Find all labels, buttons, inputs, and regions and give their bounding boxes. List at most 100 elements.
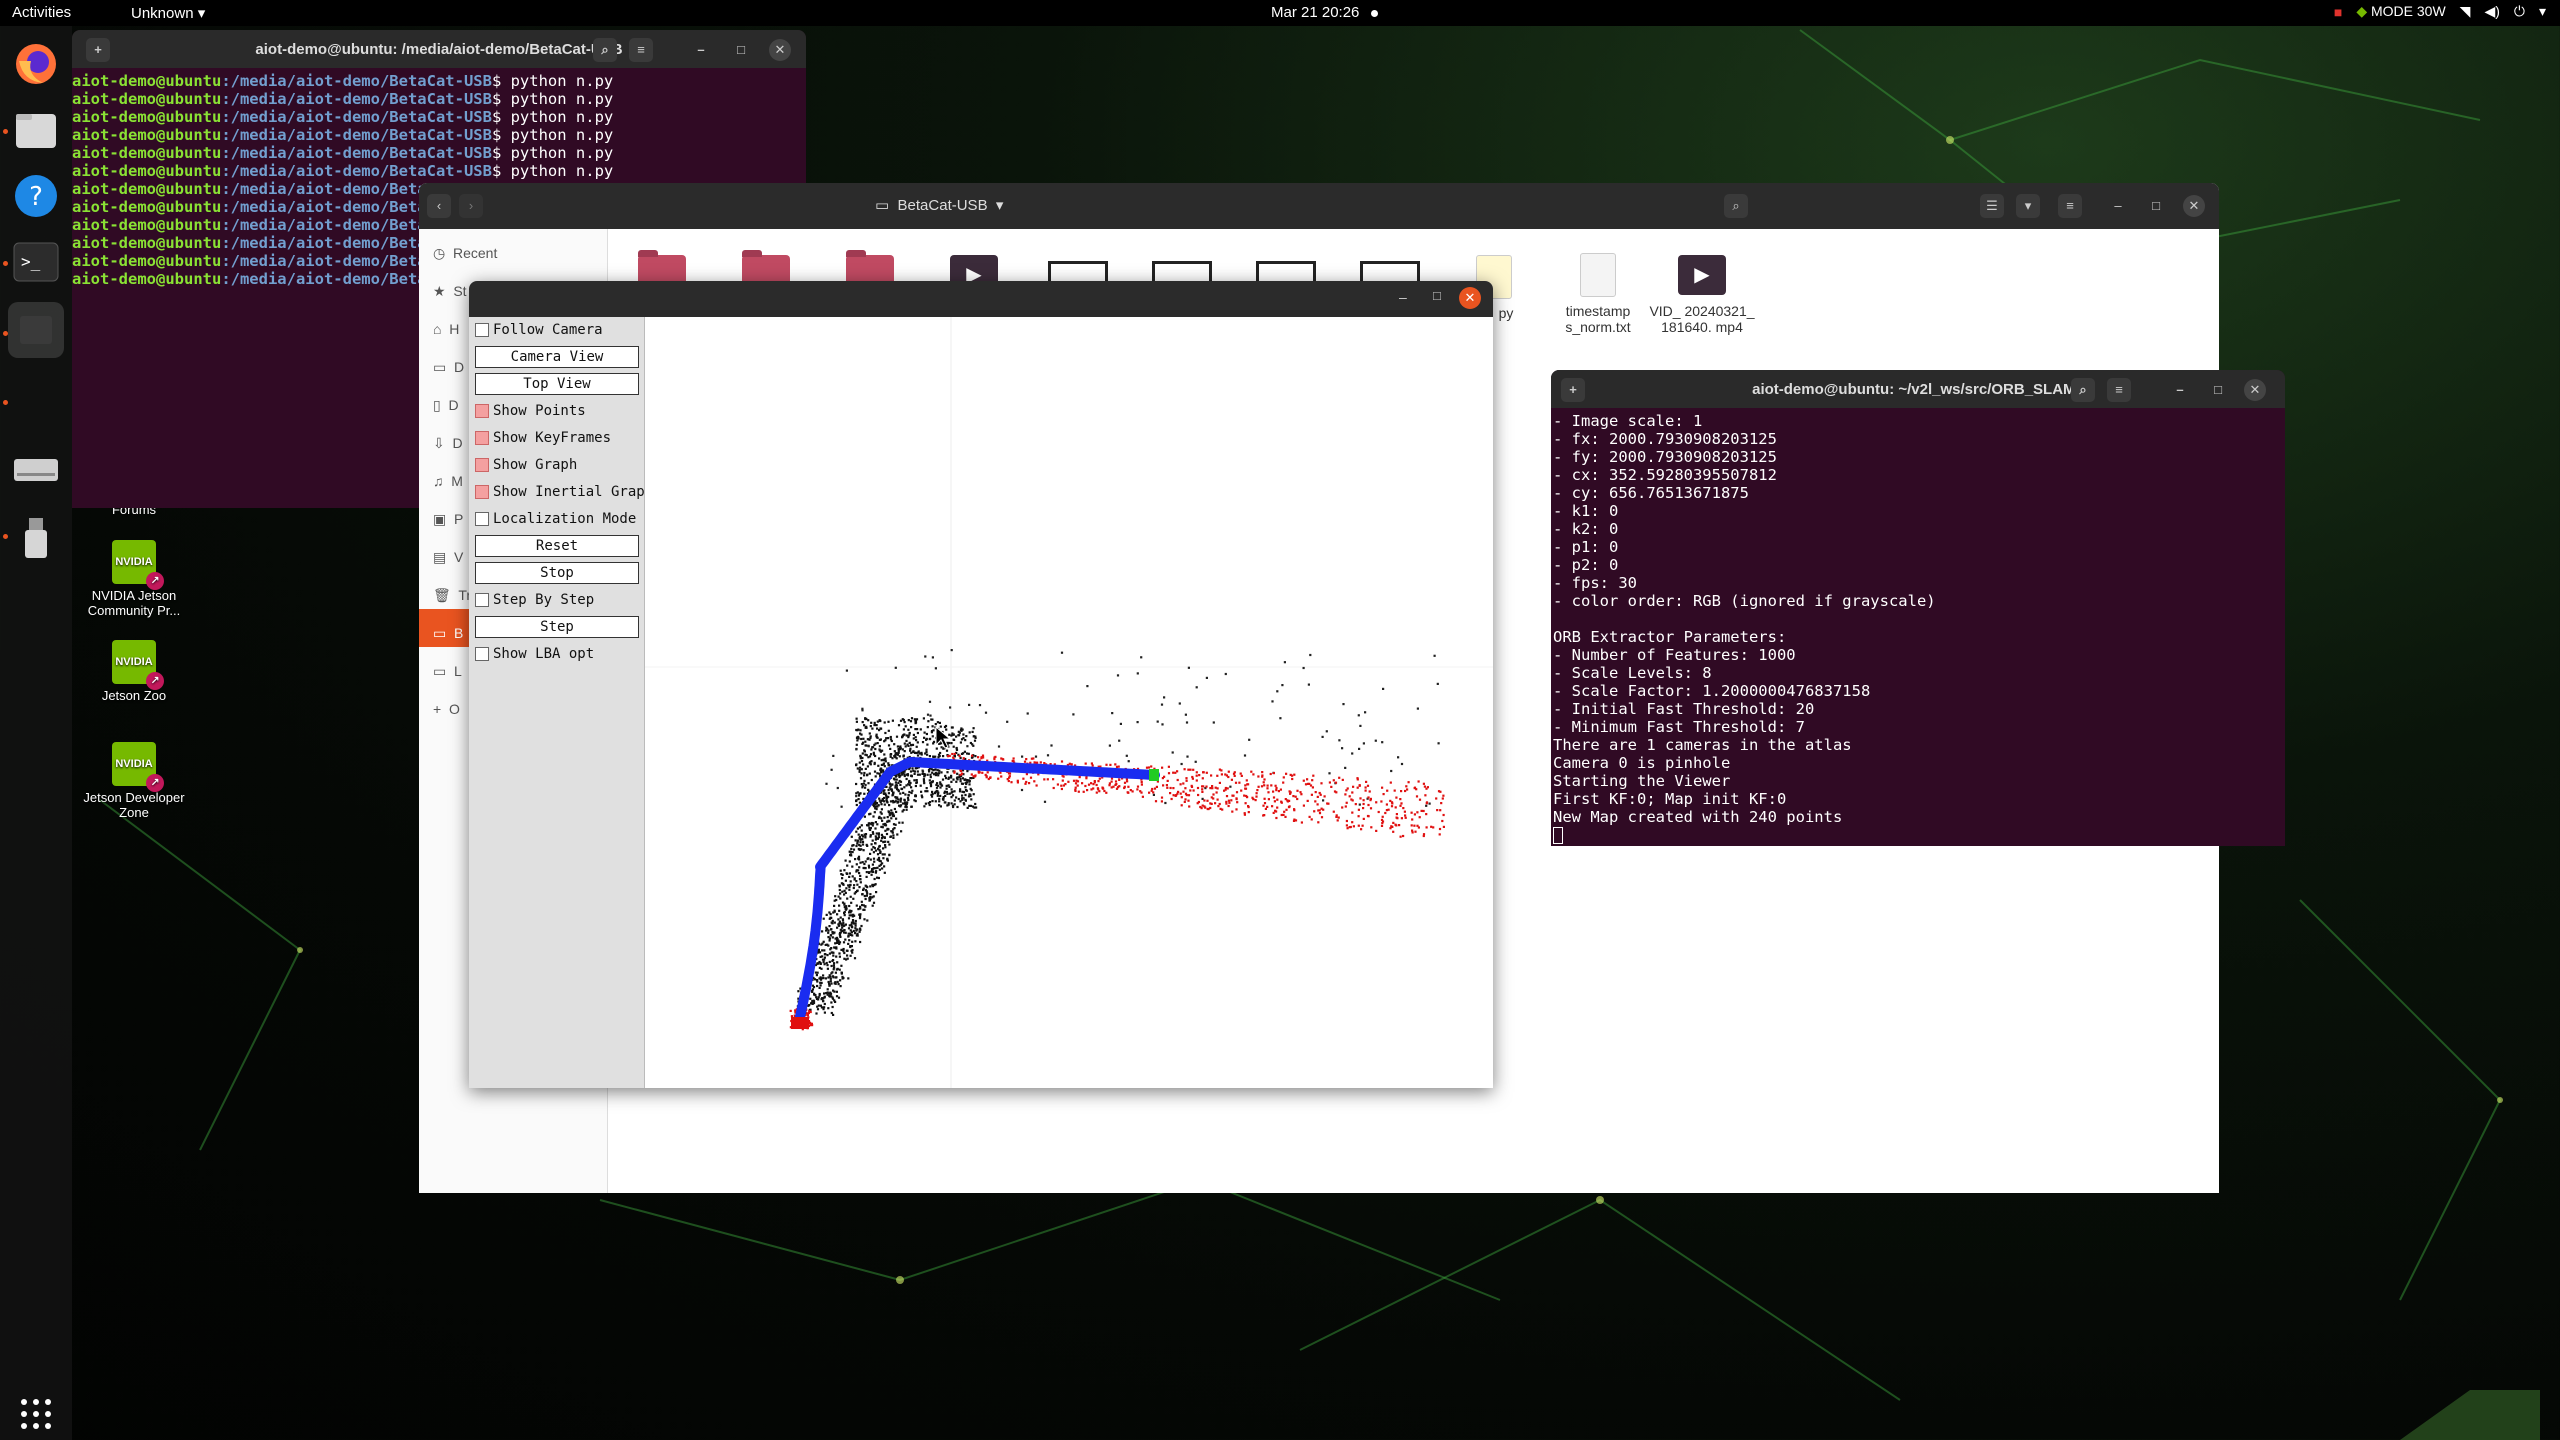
drive-launcher[interactable] <box>8 442 64 498</box>
maximize-button[interactable]: □ <box>1433 288 1441 303</box>
text-file-item[interactable]: timestamp s_norm.txt <box>1543 253 1653 335</box>
menu-icon[interactable]: ≡ <box>629 38 653 62</box>
camera-view-button[interactable]: Camera View <box>475 346 639 368</box>
map-point <box>857 735 860 738</box>
map-point <box>1148 791 1151 794</box>
map-point <box>1300 793 1303 796</box>
show-graph-checkbox[interactable]: Show Graph <box>475 454 577 476</box>
show-apps-button[interactable] <box>8 1386 64 1440</box>
list-view-icon[interactable]: ☰ <box>1980 194 2004 218</box>
sidebar-item-home[interactable]: ⌂ H <box>433 315 459 343</box>
sidebar-item-trash[interactable]: 🗑 Tr <box>433 581 471 609</box>
map-point <box>1140 656 1143 659</box>
sidebar-item-videos[interactable]: ▤ V <box>433 543 463 571</box>
map-point <box>833 904 836 907</box>
map-point <box>834 982 837 985</box>
localization-mode-checkbox[interactable]: Localization Mode <box>475 508 636 530</box>
show-points-checkbox[interactable]: Show Points <box>475 400 586 422</box>
map-point <box>1198 774 1201 777</box>
search-icon[interactable]: ⌕ <box>1724 194 1748 218</box>
sidebar-item-locations[interactable]: ▭ L <box>433 657 462 685</box>
firefox-launcher[interactable] <box>8 36 64 92</box>
new-tab-icon[interactable]: + <box>86 38 110 62</box>
sidebar-item-starred[interactable]: ★ St <box>433 277 467 305</box>
show-lba-opt-checkbox[interactable]: Show LBA opt <box>475 643 594 665</box>
map-point <box>1318 791 1321 795</box>
map-point <box>997 777 1000 780</box>
search-icon[interactable]: ⌕ <box>593 38 617 62</box>
top-view-button[interactable]: Top View <box>475 373 639 395</box>
forward-button[interactable]: › <box>459 194 483 218</box>
map-canvas[interactable] <box>645 317 1493 1088</box>
map-point <box>864 897 867 901</box>
follow-camera-checkbox[interactable]: Follow Camera <box>475 319 603 341</box>
reset-button[interactable]: Reset <box>475 535 639 557</box>
orb-slam-terminal-window[interactable]: + aiot-demo@ubuntu: ~/v2l_ws/src/ORB_SLA… <box>1551 370 2285 846</box>
files-launcher[interactable] <box>8 102 64 158</box>
viewer-titlebar[interactable]: – □ ✕ <box>469 281 1493 317</box>
map-point <box>1336 819 1339 822</box>
map-point <box>827 931 830 934</box>
menu-icon[interactable]: ≡ <box>2107 378 2131 402</box>
location-bar[interactable]: ▭ BetaCat-USB ▾ <box>875 193 1025 219</box>
slam-map-visualization[interactable] <box>645 317 1493 1088</box>
desktop-icon-jetson-developer-zone[interactable]: NVIDIA Jetson Developer Zone <box>69 742 199 820</box>
stop-button[interactable]: Stop <box>475 562 639 584</box>
video-file-item[interactable]: ▶ VID_ 20240321_ 181640. mp4 <box>1647 255 1757 335</box>
sidebar-item-desktop[interactable]: ▭ D <box>433 353 464 381</box>
map-point <box>931 771 934 774</box>
show-keyframes-checkbox[interactable]: Show KeyFrames <box>475 427 611 449</box>
maximize-button[interactable]: □ <box>2145 195 2167 217</box>
sidebar-item-other-locations[interactable]: + O <box>433 695 460 723</box>
map-point <box>1164 801 1167 805</box>
file-manager-header[interactable]: ‹ › ▭ BetaCat-USB ▾ ⌕ ☰ ▾ ≡ – □ ✕ <box>419 183 2219 229</box>
menu-icon[interactable]: ≡ <box>2058 194 2082 218</box>
sidebar-item-music[interactable]: ♫ M <box>433 467 463 495</box>
view-options-icon[interactable]: ▾ <box>2016 194 2040 218</box>
desktop-icon-jetson-community[interactable]: NVIDIA NVIDIA Jetson Community Pr... <box>69 540 199 618</box>
terminal-output[interactable]: - Image scale: 1- fx: 2000.7930908203125… <box>1551 408 2285 844</box>
terminal-header[interactable]: + aiot-demo@ubuntu: ~/v2l_ws/src/ORB_SLA… <box>1551 370 2285 408</box>
usb-launcher[interactable] <box>8 510 64 566</box>
back-button[interactable]: ‹ <box>427 194 451 218</box>
map-point <box>886 816 889 819</box>
close-button[interactable]: ✕ <box>2183 195 2205 217</box>
close-button[interactable]: ✕ <box>769 39 791 61</box>
maximize-button[interactable]: □ <box>730 39 752 61</box>
show-inertial-graph-checkbox[interactable]: Show Inertial Graph <box>475 481 653 503</box>
map-point <box>1437 790 1441 793</box>
minimize-button[interactable]: – <box>1399 289 1407 305</box>
map-point <box>866 857 869 861</box>
running-indicator <box>3 331 8 336</box>
maximize-button[interactable]: □ <box>2207 379 2229 401</box>
sidebar-item-downloads[interactable]: ⇩ D <box>433 429 463 457</box>
minimize-button[interactable]: – <box>2169 379 2191 401</box>
pangolin-viewer-launcher[interactable] <box>8 302 64 358</box>
map-point <box>903 786 906 789</box>
map-point <box>836 786 839 790</box>
minimize-button[interactable]: – <box>690 39 712 61</box>
help-launcher[interactable]: ? <box>8 168 64 224</box>
new-tab-icon[interactable]: + <box>1561 378 1585 402</box>
terminal-header[interactable]: + aiot-demo@ubuntu: /media/aiot-demo/Bet… <box>72 30 806 68</box>
map-point <box>1375 801 1378 804</box>
map-point <box>1220 769 1223 772</box>
terminal-launcher[interactable]: >_ <box>8 234 64 290</box>
path: :/media/aiot-demo/Betac <box>221 180 436 198</box>
sidebar-item-pictures[interactable]: ▣ P <box>433 505 463 533</box>
map-point <box>1214 802 1217 805</box>
map-point <box>856 739 859 742</box>
sidebar-item-betacat-usb[interactable]: ▭ B <box>433 619 463 647</box>
map-point <box>1084 762 1087 765</box>
search-icon[interactable]: ⌕ <box>2071 378 2095 402</box>
step-by-step-checkbox[interactable]: Step By Step <box>475 589 594 611</box>
desktop-icon-jetson-zoo[interactable]: NVIDIA Jetson Zoo <box>69 640 199 703</box>
sidebar-item-documents[interactable]: ▯ D <box>433 391 459 419</box>
minimize-button[interactable]: – <box>2107 195 2129 217</box>
map-viewer-window[interactable]: – □ ✕ Follow Camera Camera View Top View… <box>469 281 1493 1088</box>
close-button[interactable]: ✕ <box>1459 287 1481 309</box>
map-point <box>1288 790 1291 793</box>
close-button[interactable]: ✕ <box>2244 379 2266 401</box>
step-button[interactable]: Step <box>475 616 639 638</box>
sidebar-item-recent[interactable]: ◷ Recent <box>433 239 497 267</box>
